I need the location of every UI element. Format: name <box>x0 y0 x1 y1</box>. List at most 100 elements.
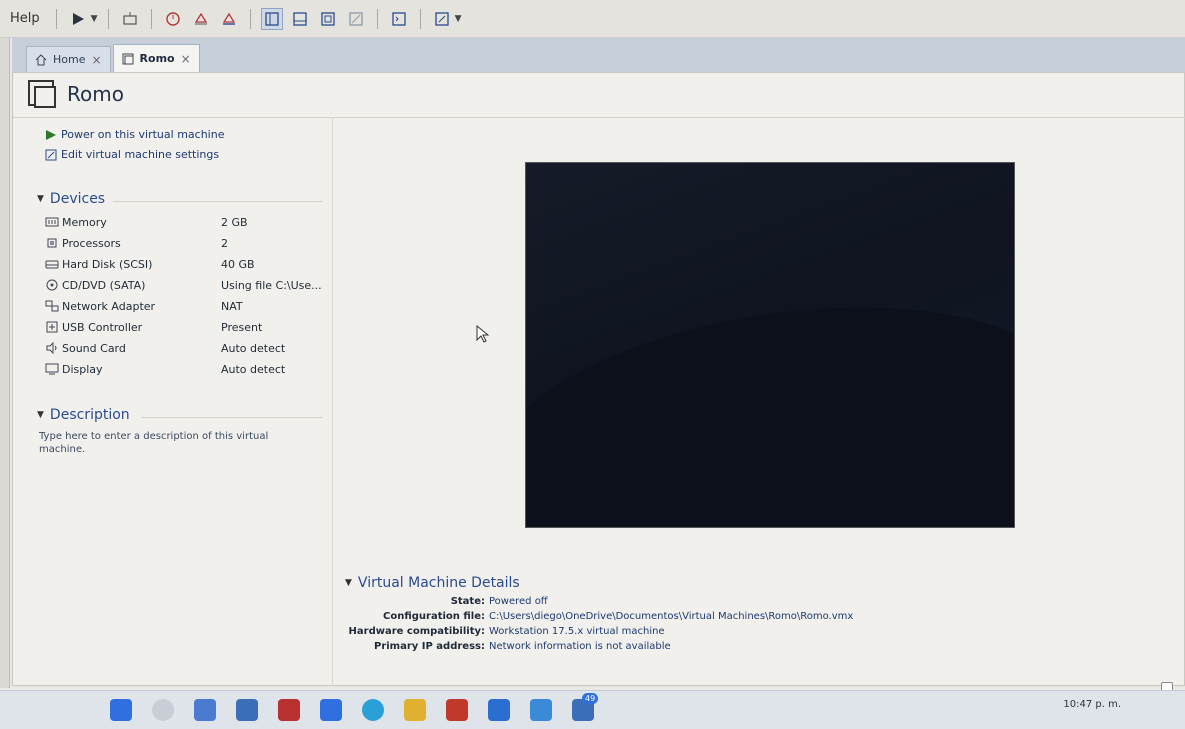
device-row-network-adapter[interactable]: Network Adapter NAT <box>45 296 325 316</box>
vm-icon <box>28 80 56 108</box>
toolbar-separator <box>249 8 251 29</box>
app-red-icon[interactable] <box>278 699 300 721</box>
vm-details-section-toggle[interactable]: ▼ Virtual Machine Details <box>345 575 520 591</box>
show-thumbnail-bar-button[interactable] <box>289 8 311 30</box>
device-name: USB Controller <box>62 320 143 334</box>
stretch-guest-button[interactable] <box>431 8 453 30</box>
device-name: Network Adapter <box>62 299 156 313</box>
cd-dvd-icon <box>46 279 58 291</box>
device-value: 2 <box>221 236 228 250</box>
power-on-link[interactable]: Power on this virtual machine <box>45 128 224 141</box>
device-row-sound-card[interactable]: Sound Card Auto detect <box>45 338 325 358</box>
power-on-button[interactable] <box>67 8 89 30</box>
description-section-toggle[interactable]: ▼ Description <box>37 407 130 423</box>
preview-shading <box>526 272 1014 527</box>
device-row-display[interactable]: Display Auto detect <box>45 359 325 379</box>
device-row-hard-disk[interactable]: Hard Disk (SCSI) 40 GB <box>45 254 325 274</box>
toolbar-separator <box>55 8 57 29</box>
outlook-icon[interactable] <box>488 699 510 721</box>
chat-icon[interactable]: 49 <box>572 693 599 721</box>
close-icon[interactable]: × <box>181 52 191 66</box>
library-icon <box>264 11 279 26</box>
description-input[interactable]: Type here to enter a description of this… <box>39 430 309 456</box>
file-explorer-icon[interactable] <box>194 699 216 721</box>
device-name: Hard Disk (SCSI) <box>62 257 153 271</box>
device-name: Memory <box>62 215 107 229</box>
device-value: Auto detect <box>221 341 286 355</box>
gmail-icon[interactable] <box>446 699 468 721</box>
search-icon[interactable] <box>152 699 174 721</box>
system-clock[interactable]: 10:47 p. m. <box>1063 699 1121 710</box>
photos-icon[interactable] <box>530 699 552 721</box>
device-row-memory[interactable]: Memory 2 GB <box>45 212 325 232</box>
toolbar-separator <box>150 8 152 29</box>
notification-badge: 49 <box>582 693 599 704</box>
vm-summary-panel: Romo Power on this virtual machine Edit … <box>12 72 1185 686</box>
thumbnail-bar-icon <box>292 11 307 26</box>
power-dropdown-icon[interactable]: ▼ <box>91 14 98 24</box>
device-value: Auto detect <box>221 362 286 376</box>
collapse-icon: ▼ <box>345 578 352 588</box>
device-row-usb-controller[interactable]: USB Controller Present <box>45 317 325 337</box>
unity-button[interactable] <box>345 8 367 30</box>
send-ctrl-alt-del-button[interactable] <box>119 8 141 30</box>
library-collapsed-strip[interactable] <box>0 38 10 688</box>
devices-section-toggle[interactable]: ▼ Devices <box>37 191 105 207</box>
console-view-button[interactable] <box>388 8 410 30</box>
memory-icon <box>45 217 59 227</box>
detail-label: Hardware compatibility: <box>348 626 485 637</box>
start-icon[interactable] <box>110 699 132 721</box>
processor-icon <box>47 238 57 248</box>
power-on-label: Power on this virtual machine <box>61 128 225 141</box>
snapshot-manager-icon <box>222 12 235 25</box>
mouse-cursor-icon <box>476 325 490 343</box>
keyboard-icon <box>122 11 137 25</box>
home-icon <box>35 53 47 65</box>
show-library-button[interactable] <box>260 7 283 30</box>
vm-icon <box>122 53 134 64</box>
detail-row-ip-address: Primary IP address: Network information … <box>345 641 671 655</box>
snapshot-manager-button[interactable] <box>218 8 240 30</box>
collapse-icon: ▼ <box>37 410 44 420</box>
store-icon[interactable] <box>236 699 258 721</box>
taskbar-apps: 49 <box>110 693 599 721</box>
detail-value: Powered off <box>489 596 548 607</box>
description-heading: Description <box>49 407 130 423</box>
device-value: 2 GB <box>221 215 248 229</box>
detail-row-state: State: Powered off <box>345 596 548 610</box>
unity-icon <box>348 11 363 26</box>
stretch-dropdown-icon[interactable]: ▼ <box>455 14 462 24</box>
take-snapshot-button[interactable] <box>162 8 184 30</box>
close-icon[interactable]: × <box>91 53 101 67</box>
toolbar-separator <box>107 8 109 29</box>
vm-header: Romo <box>27 79 124 109</box>
device-row-processors[interactable]: Processors 2 <box>45 233 325 253</box>
play-icon <box>46 129 56 140</box>
vm-screen-preview[interactable] <box>525 162 1015 528</box>
page-title: Romo <box>67 82 124 106</box>
edit-settings-link[interactable]: Edit virtual machine settings <box>45 148 219 161</box>
device-row-cd-dvd[interactable]: CD/DVD (SATA) Using file C:\Use... <box>45 275 325 295</box>
help-menu[interactable]: Help <box>10 11 40 26</box>
tab-romo[interactable]: Romo × <box>112 44 200 72</box>
usb-controller-icon <box>46 321 58 333</box>
stretch-icon <box>434 11 449 26</box>
full-screen-icon <box>320 11 335 26</box>
revert-snapshot-button[interactable] <box>190 8 212 30</box>
full-screen-button[interactable] <box>317 8 339 30</box>
tab-label: Home <box>53 53 86 66</box>
folder-icon[interactable] <box>404 699 426 721</box>
tab-home[interactable]: Home × <box>26 46 111 72</box>
device-name: Display <box>62 362 103 376</box>
network-adapter-icon <box>45 300 59 312</box>
settings-icon <box>45 149 57 160</box>
toolbar-separator <box>419 8 421 29</box>
edge-icon[interactable] <box>362 699 384 721</box>
detail-value: Workstation 17.5.x virtual machine <box>489 626 665 637</box>
detail-label: Primary IP address: <box>373 641 485 652</box>
left-pane: Power on this virtual machine Edit virtu… <box>13 118 333 686</box>
todo-icon[interactable] <box>320 699 342 721</box>
device-value: Using file C:\Use... <box>221 278 322 292</box>
detail-label: Configuration file: <box>383 611 485 622</box>
device-name: CD/DVD (SATA) <box>62 278 146 292</box>
